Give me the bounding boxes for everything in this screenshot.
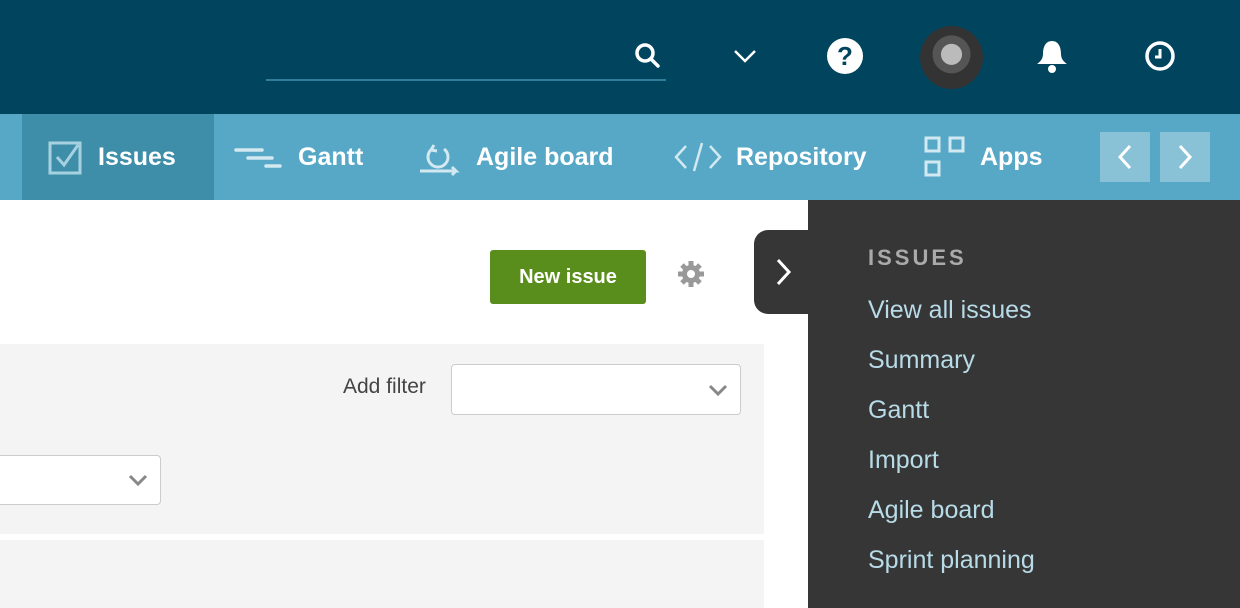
cycle-icon — [420, 144, 460, 177]
chevron-down-icon[interactable] — [727, 38, 763, 74]
code-icon — [674, 142, 722, 172]
avatar[interactable] — [920, 26, 983, 89]
tab-issues[interactable]: Issues — [22, 114, 214, 200]
tab-agile-board[interactable]: Agile board — [392, 114, 614, 200]
sidebar-item-import[interactable]: Import — [868, 446, 939, 475]
filter-select[interactable] — [0, 455, 161, 505]
tab-label: Repository — [736, 142, 867, 171]
new-issue-button[interactable]: New issue — [490, 250, 646, 304]
nav-scroll-right-button[interactable] — [1160, 132, 1210, 182]
apps-grid-icon — [924, 136, 965, 177]
sidebar-title: ISSUES — [868, 245, 967, 270]
help-icon[interactable]: ? — [827, 38, 863, 74]
chevron-down-icon — [128, 474, 148, 486]
search-input[interactable] — [266, 40, 626, 76]
sidebar-item-sprint-planning[interactable]: Sprint planning — [868, 546, 1035, 575]
chevron-right-icon — [1178, 144, 1193, 170]
tab-repository[interactable]: Repository — [648, 114, 867, 200]
chevron-right-icon — [776, 258, 792, 286]
sidebar-item-agile-board[interactable]: Agile board — [868, 496, 994, 525]
tab-gantt[interactable]: Gantt — [208, 114, 363, 200]
chevron-left-icon — [1117, 144, 1132, 170]
tab-label: Gantt — [298, 142, 364, 171]
checkbox-icon — [48, 141, 82, 175]
chevron-down-icon — [708, 384, 728, 396]
tab-label: Agile board — [476, 142, 614, 171]
bell-icon[interactable] — [1034, 38, 1070, 74]
tab-label: Issues — [98, 142, 176, 171]
gear-icon[interactable] — [676, 259, 706, 294]
add-filter-select[interactable] — [451, 364, 741, 415]
gantt-icon — [234, 148, 282, 168]
svg-text:?: ? — [837, 41, 853, 71]
search-icon[interactable] — [630, 38, 666, 74]
sidebar-item-gantt[interactable]: Gantt — [868, 396, 929, 425]
sidebar-toggle-button[interactable] — [754, 230, 814, 314]
search-underline — [266, 79, 666, 81]
tab-label: Apps — [980, 142, 1043, 171]
add-filter-label: Add filter — [343, 375, 426, 398]
sidebar-item-summary[interactable]: Summary — [868, 346, 975, 375]
tab-apps[interactable]: Apps — [898, 114, 1043, 200]
sidebar-item-view-all-issues[interactable]: View all issues — [868, 296, 1032, 325]
clock-icon[interactable] — [1142, 38, 1178, 74]
nav-scroll-left-button[interactable] — [1100, 132, 1150, 182]
issues-list-panel — [0, 540, 764, 608]
